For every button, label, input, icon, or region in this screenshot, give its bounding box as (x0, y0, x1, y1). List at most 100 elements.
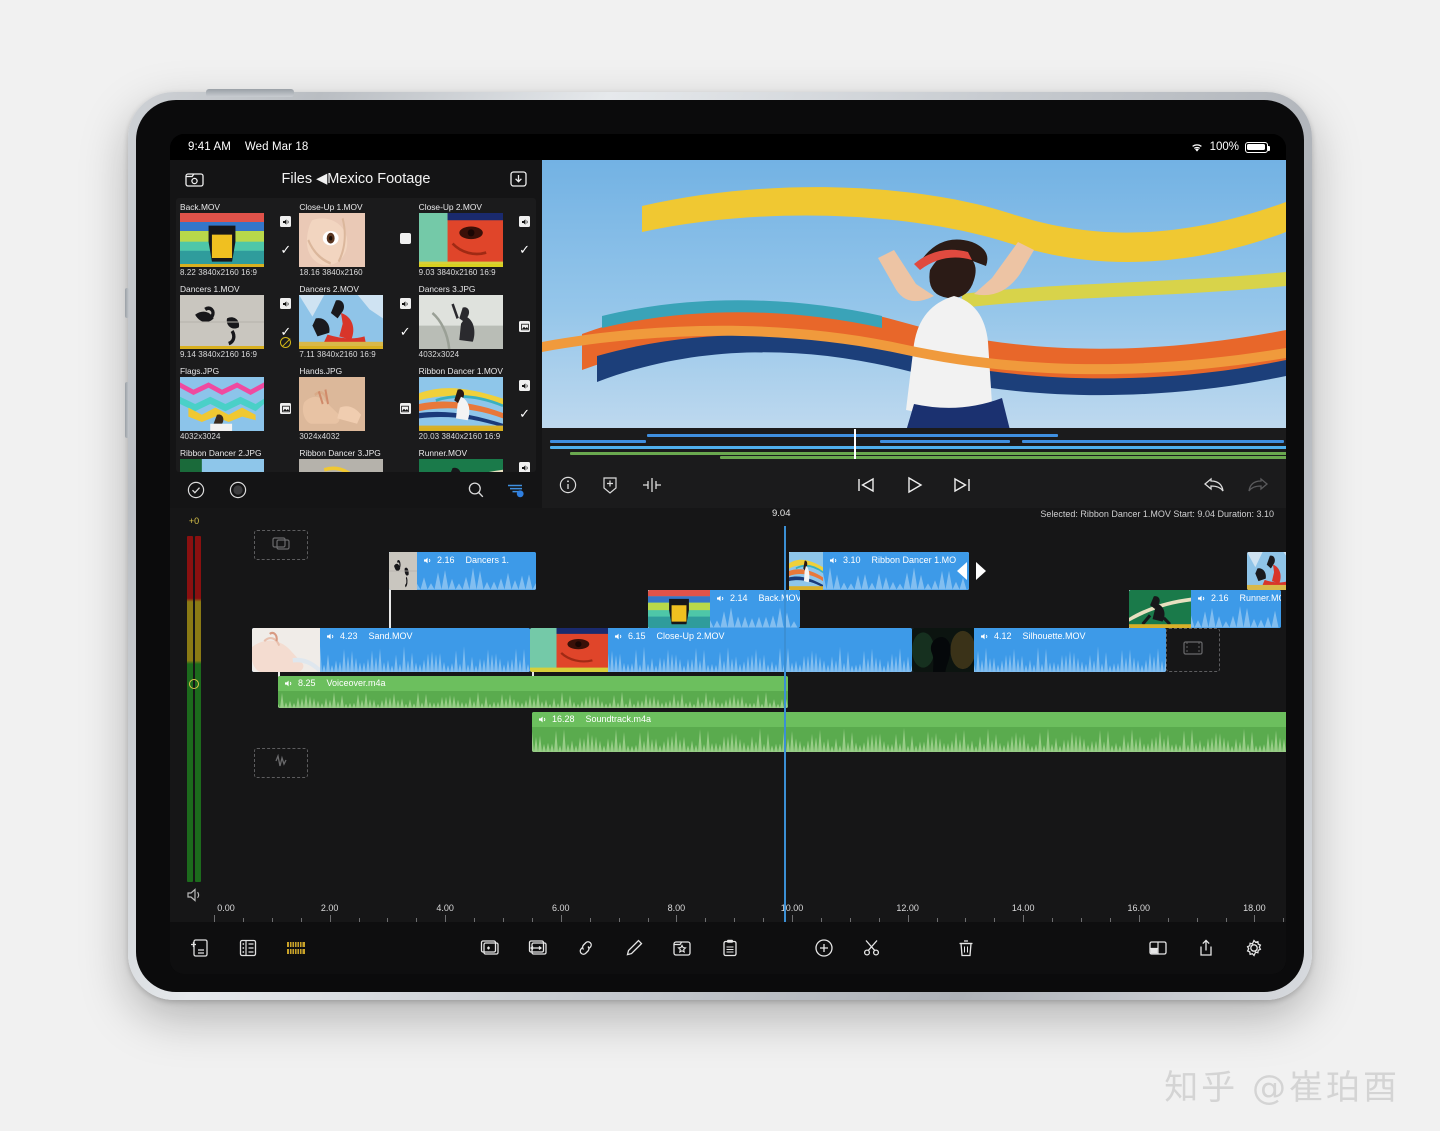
skip-back-icon[interactable] (854, 474, 878, 496)
timeline-audio-clip[interactable]: 16.28Soundtrack.m4a (532, 712, 1286, 752)
redo-icon[interactable] (1246, 474, 1270, 496)
delete-trash-icon[interactable] (954, 937, 978, 959)
browser-title-files[interactable]: Files (282, 171, 317, 187)
media-item-thumbnail[interactable] (180, 459, 264, 472)
import-icon[interactable] (506, 168, 530, 190)
transition-top[interactable] (254, 530, 308, 560)
media-item-thumbnail[interactable] (419, 295, 503, 349)
media-item-thumb-wrap (299, 459, 412, 472)
media-item[interactable]: Dancers 3.JPG4032x3024 (417, 282, 534, 364)
timeline-clip[interactable]: 4 (1247, 552, 1286, 590)
media-item[interactable]: Dancers 1.MOV✓9.14 3840x2160 16:9 (178, 282, 295, 364)
search-icon[interactable] (464, 479, 488, 501)
video-drop[interactable] (1166, 628, 1220, 672)
play-icon[interactable] (902, 474, 926, 496)
trim-handle-right[interactable] (975, 561, 987, 586)
list-view-icon[interactable] (236, 937, 260, 959)
scrub-segment[interactable] (902, 446, 1286, 449)
media-grid-scroll[interactable]: Back.MOV✓8.22 3840x2160 16:9Close-Up 1.M… (176, 198, 536, 472)
preview-scrubber[interactable] (542, 428, 1286, 462)
share-icon[interactable] (1194, 937, 1218, 959)
scrub-segment[interactable] (787, 434, 985, 437)
scrub-segment[interactable] (880, 440, 1010, 443)
video-preview[interactable] (542, 160, 1286, 428)
skip-forward-icon[interactable] (950, 474, 974, 496)
effects-icon[interactable] (670, 937, 694, 959)
media-item-thumbnail[interactable] (299, 295, 383, 349)
ruler-major-tick (445, 915, 446, 922)
media-item-thumbnail[interactable] (180, 295, 264, 349)
media-item-thumbnail[interactable] (419, 377, 503, 431)
timeline-clip[interactable]: 4.23Sand.MOV (252, 628, 530, 672)
clip-duration: 4.12 (994, 631, 1012, 641)
audio-drop[interactable] (254, 748, 308, 778)
media-item[interactable]: Close-Up 1.MOV18.16 3840x2160 (297, 200, 414, 282)
timeline-playhead[interactable] (784, 526, 786, 922)
audio-meter-knob[interactable] (189, 679, 199, 689)
timeline-clip[interactable]: 2.16Dancers 1. (389, 552, 536, 590)
media-item[interactable]: Back.MOV✓8.22 3840x2160 16:9 (178, 200, 295, 282)
imovie-app: Files ◀Mexico Footage Back.MOV✓8.22 3840… (170, 160, 1286, 974)
timeline-clip[interactable]: 6.15Close-Up 2.MOV (530, 628, 912, 672)
clip-audio-icon (980, 632, 989, 641)
info-icon[interactable] (556, 474, 580, 496)
trim-handle-left[interactable] (956, 561, 968, 586)
add-circle-icon[interactable] (812, 937, 836, 959)
selected-check-icon[interactable]: ✓ (519, 407, 530, 420)
selected-check-icon[interactable]: ✓ (400, 325, 411, 338)
preview-playhead[interactable] (854, 429, 856, 459)
cut-scissors-icon[interactable] (860, 937, 884, 959)
timeline-tracks[interactable]: 2.16Dancers 1.3.10Ribbon Dancer 1.MO42.1… (214, 526, 1286, 922)
speaker-icon[interactable] (186, 887, 203, 908)
clipboard-icon[interactable] (718, 937, 742, 959)
add-marker-icon[interactable] (598, 474, 622, 496)
settings-gear-icon[interactable] (1242, 937, 1266, 959)
add-media-icon[interactable] (188, 937, 212, 959)
transition-icon[interactable] (526, 937, 550, 959)
media-item[interactable]: Ribbon Dancer 2.JPG4032x3024 4:3 (178, 446, 295, 472)
deselect-checkbox[interactable] (400, 233, 411, 244)
timeline-clip[interactable]: 3.10Ribbon Dancer 1.MO (789, 552, 969, 590)
device-side-button-1[interactable] (125, 288, 129, 318)
link-icon[interactable] (574, 937, 598, 959)
timeline-clip[interactable]: 4.12Silhouette.MOV (912, 628, 1166, 672)
timeline-audio-clip[interactable]: 8.25Voiceover.m4a (278, 676, 788, 708)
scrub-segment[interactable] (570, 452, 1286, 455)
media-item-thumbnail[interactable] (419, 459, 503, 472)
timeline-body[interactable]: +0 2.16Dancers 1.3.10Ribbon Dancer 1.MO4… (170, 526, 1286, 922)
media-item-thumbnail[interactable] (419, 213, 503, 267)
split-icon[interactable] (640, 474, 664, 496)
media-item[interactable]: Dancers 2.MOV✓7.11 3840x2160 16:9 (297, 282, 414, 364)
media-item-thumbnail[interactable] (180, 213, 264, 267)
device-side-button-2[interactable] (125, 382, 129, 438)
device-top-button[interactable] (206, 89, 294, 97)
media-item-thumbnail[interactable] (299, 377, 365, 431)
timeline-clip[interactable]: 2.16Runner.MO (1129, 590, 1281, 628)
media-item[interactable]: Runner.MOV✓20.15 3840x2160 16:9 (417, 446, 534, 472)
layout-icon[interactable] (1146, 937, 1170, 959)
selected-check-icon[interactable]: ✓ (280, 243, 291, 256)
library-icon[interactable] (182, 168, 206, 190)
filter-icon[interactable] (504, 479, 528, 501)
scrub-segment[interactable] (1022, 440, 1284, 443)
filmstrip-icon[interactable] (284, 937, 308, 959)
media-item[interactable]: Flags.JPG4032x3024 (178, 364, 295, 446)
undo-icon[interactable] (1202, 474, 1226, 496)
record-icon[interactable] (226, 479, 250, 501)
media-item[interactable]: Ribbon Dancer 3.JPG4032x3024 (297, 446, 414, 472)
select-all-icon[interactable] (184, 479, 208, 501)
scrub-segment[interactable] (720, 456, 1286, 459)
scrub-segment[interactable] (550, 440, 646, 443)
media-item[interactable]: Close-Up 2.MOV✓9.03 3840x2160 16:9 (417, 200, 534, 282)
media-item-thumbnail[interactable] (180, 377, 264, 431)
selected-check-icon[interactable]: ✓ (519, 243, 530, 256)
scrub-segment[interactable] (962, 434, 1058, 437)
timeline-clip[interactable]: 2.14Back.MOV (648, 590, 800, 628)
media-item[interactable]: Hands.JPG3024x4032 (297, 364, 414, 446)
timeline-ruler[interactable]: 0.002.004.006.008.0010.0012.0014.0016.00… (214, 892, 1286, 922)
edit-pencil-icon[interactable] (622, 937, 646, 959)
media-item-thumbnail[interactable] (299, 213, 365, 267)
media-item[interactable]: Ribbon Dancer 1.MOV✓20.03 3840x2160 16:9 (417, 364, 534, 446)
add-clip-icon[interactable] (478, 937, 502, 959)
media-item-thumbnail[interactable] (299, 459, 383, 472)
